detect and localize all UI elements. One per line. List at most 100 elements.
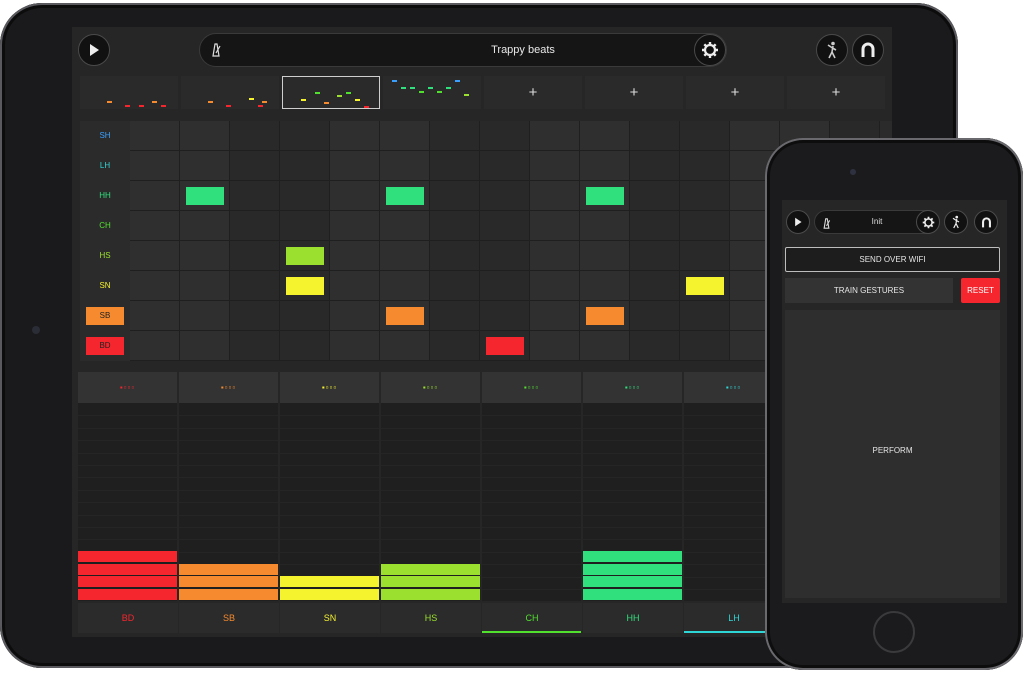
phone-connect-button[interactable] <box>974 210 998 234</box>
step-cell[interactable] <box>430 181 480 211</box>
mixer-channel-indicator[interactable]: ▪▫▫▫ <box>482 372 581 403</box>
step-cell[interactable] <box>630 181 680 211</box>
step-cell[interactable] <box>480 211 530 241</box>
step-cell[interactable] <box>530 181 580 211</box>
step-cell[interactable] <box>180 241 230 271</box>
settings-button[interactable] <box>694 34 726 66</box>
step-cell[interactable] <box>480 181 530 211</box>
step-cell[interactable] <box>680 181 730 211</box>
active-step-hs[interactable] <box>286 247 324 265</box>
mixer-fader[interactable] <box>280 403 379 601</box>
mixer-fader[interactable] <box>78 403 177 601</box>
step-cell[interactable] <box>630 211 680 241</box>
connect-button[interactable] <box>852 34 884 66</box>
mixer-channel-indicator[interactable]: ▪▫▫▫ <box>78 372 177 403</box>
mixer-label-ch[interactable]: CH <box>482 603 582 633</box>
step-cell[interactable] <box>180 151 230 181</box>
step-cell[interactable] <box>430 121 480 151</box>
step-cell[interactable] <box>130 151 180 181</box>
reset-button[interactable]: RESET <box>961 278 1000 303</box>
step-cell[interactable] <box>630 331 680 361</box>
mixer-channel-indicator[interactable]: ▪▫▫▫ <box>280 372 379 403</box>
active-step-sb[interactable] <box>386 307 424 325</box>
mixer-fader[interactable] <box>583 403 682 601</box>
step-cell[interactable] <box>480 241 530 271</box>
track-label-hs[interactable]: HS <box>80 241 130 271</box>
step-cell[interactable] <box>680 121 730 151</box>
send-over-wifi-button[interactable]: SEND OVER WIFI <box>785 247 1000 272</box>
step-cell[interactable] <box>530 301 580 331</box>
active-step-hh[interactable] <box>186 187 224 205</box>
step-cell[interactable] <box>280 121 330 151</box>
step-cell[interactable] <box>330 211 380 241</box>
step-cell[interactable] <box>580 211 630 241</box>
step-cell[interactable] <box>330 181 380 211</box>
phone-play-button[interactable] <box>786 210 810 234</box>
step-cell[interactable] <box>130 121 180 151</box>
step-cell[interactable] <box>430 211 480 241</box>
step-cell[interactable] <box>380 271 430 301</box>
step-cell[interactable] <box>280 301 330 331</box>
step-cell[interactable] <box>230 151 280 181</box>
step-cell[interactable] <box>380 121 430 151</box>
step-cell[interactable] <box>330 151 380 181</box>
step-cell[interactable] <box>230 241 280 271</box>
track-label-sh[interactable]: SH <box>80 121 130 151</box>
step-cell[interactable] <box>530 331 580 361</box>
add-pattern-button[interactable]: + <box>484 76 582 109</box>
step-cell[interactable] <box>580 271 630 301</box>
mixer-fader[interactable] <box>179 403 278 601</box>
step-cell[interactable] <box>530 151 580 181</box>
project-title[interactable]: Trappy beats <box>360 34 686 66</box>
step-cell[interactable] <box>580 241 630 271</box>
step-cell[interactable] <box>230 301 280 331</box>
step-cell[interactable] <box>130 331 180 361</box>
step-cell[interactable] <box>130 181 180 211</box>
step-cell[interactable] <box>230 331 280 361</box>
step-cell[interactable] <box>130 301 180 331</box>
step-cell[interactable] <box>430 271 480 301</box>
step-cell[interactable] <box>180 271 230 301</box>
step-cell[interactable] <box>430 301 480 331</box>
track-label-sn[interactable]: SN <box>80 271 130 301</box>
step-cell[interactable] <box>530 211 580 241</box>
track-label-sb[interactable]: SB <box>80 301 130 331</box>
track-label-bd[interactable]: BD <box>80 331 130 361</box>
step-cell[interactable] <box>130 211 180 241</box>
step-cell[interactable] <box>430 331 480 361</box>
step-cell[interactable] <box>430 151 480 181</box>
track-label-lh[interactable]: LH <box>80 151 130 181</box>
step-cell[interactable] <box>580 121 630 151</box>
mixer-channel-indicator[interactable]: ▪▫▫▫ <box>583 372 682 403</box>
mixer-channel-indicator[interactable]: ▪▫▫▫ <box>381 372 480 403</box>
step-cell[interactable] <box>330 121 380 151</box>
pattern-thumbnail[interactable] <box>80 76 178 109</box>
metronome-button[interactable] <box>200 34 232 66</box>
step-cell[interactable] <box>680 151 730 181</box>
step-cell[interactable] <box>280 181 330 211</box>
pattern-thumbnail[interactable] <box>383 76 481 109</box>
step-cell[interactable] <box>330 301 380 331</box>
step-cell[interactable] <box>630 301 680 331</box>
track-label-hh[interactable]: HH <box>80 181 130 211</box>
step-cell[interactable] <box>480 121 530 151</box>
step-cell[interactable] <box>130 271 180 301</box>
pattern-thumbnail[interactable] <box>282 76 380 109</box>
step-cell[interactable] <box>330 331 380 361</box>
step-cell[interactable] <box>530 241 580 271</box>
step-cell[interactable] <box>380 211 430 241</box>
step-cell[interactable] <box>380 151 430 181</box>
step-cell[interactable] <box>530 121 580 151</box>
step-cell[interactable] <box>630 241 680 271</box>
mixer-label-sb[interactable]: SB <box>179 603 279 633</box>
step-cell[interactable] <box>230 181 280 211</box>
step-cell[interactable] <box>180 211 230 241</box>
step-cell[interactable] <box>680 301 730 331</box>
phone-metronome-icon[interactable] <box>821 216 832 234</box>
step-cell[interactable] <box>580 151 630 181</box>
mixer-label-sn[interactable]: SN <box>280 603 380 633</box>
pattern-thumbnail[interactable] <box>181 76 279 109</box>
step-cell[interactable] <box>180 331 230 361</box>
mixer-fader[interactable] <box>482 403 581 601</box>
active-step-sb[interactable] <box>586 307 624 325</box>
